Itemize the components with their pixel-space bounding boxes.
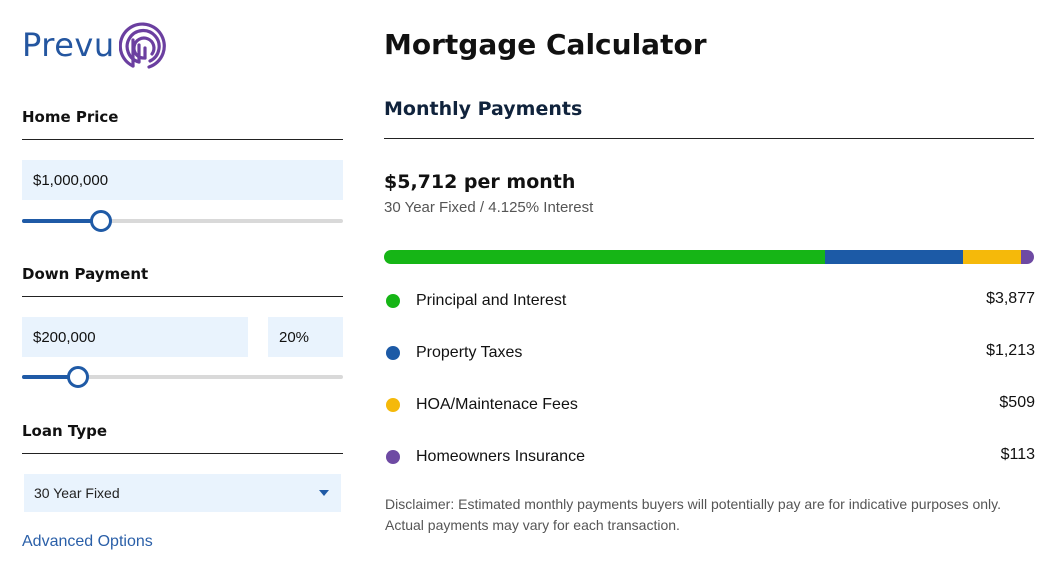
down-payment-label: Down Payment [22,265,343,297]
payment-breakdown-bar [384,250,1034,264]
list-item: Property Taxes $1,213 [384,340,1035,392]
slider-thumb[interactable] [67,366,90,388]
payment-item-name: Principal and Interest [416,292,567,309]
down-payment-percent-input[interactable] [279,328,343,346]
logo-wordmark: Prevu [22,26,115,64]
page-title: Mortgage Calculator [384,28,707,61]
legend-dot-icon [386,450,400,464]
slider-fill [22,219,101,223]
payment-item-amount: $509 [999,394,1035,411]
home-price-field[interactable] [22,160,343,200]
down-payment-percent-field[interactable] [268,317,343,357]
home-price-input[interactable] [33,171,343,189]
payment-breakdown-list: Principal and Interest $3,877 Property Tax… [384,288,1035,496]
loan-type-select[interactable]: 30 Year Fixed [24,474,341,512]
legend-dot-icon [386,346,400,360]
payment-item-name: Homeowners Insurance [416,448,585,465]
bar-segment [963,250,1022,264]
payment-item-amount: $113 [1000,446,1035,463]
slider-thumb[interactable] [89,210,112,232]
chevron-down-icon [319,490,329,496]
list-item: Principal and Interest $3,877 [384,288,1035,340]
bar-segment [384,250,826,264]
disclaimer-text: Disclaimer: Estimated monthly payments b… [385,496,1002,533]
loan-type-selected-value: 30 Year Fixed [34,485,120,501]
monthly-total: $5,712 per month [384,171,576,193]
bar-segment [825,250,964,264]
payment-item-amount: $1,213 [986,342,1035,359]
home-price-label: Home Price [22,108,343,140]
list-item: HOA/Maintenace Fees $509 [384,392,1035,444]
bar-segment [1021,250,1034,264]
advanced-options-link[interactable]: Advanced Options [22,533,153,551]
down-payment-input[interactable] [33,328,248,346]
payment-item-amount: $3,877 [986,290,1035,307]
loan-type-label: Loan Type [22,422,343,454]
list-item: Homeowners Insurance $113 [384,444,1035,496]
legend-dot-icon [386,398,400,412]
legend-dot-icon [386,294,400,308]
monthly-payments-heading: Monthly Payments [384,98,1034,139]
down-payment-slider[interactable] [22,365,343,389]
loan-summary: 30 Year Fixed / 4.125% Interest [384,199,594,216]
payment-item-name: Property Taxes [416,344,523,361]
prevu-logo[interactable]: Prevu [22,20,173,70]
home-price-slider[interactable] [22,209,343,233]
payment-item-name: HOA/Maintenace Fees [416,396,578,413]
prevu-mark-icon [118,22,166,69]
down-payment-field[interactable] [22,317,248,357]
